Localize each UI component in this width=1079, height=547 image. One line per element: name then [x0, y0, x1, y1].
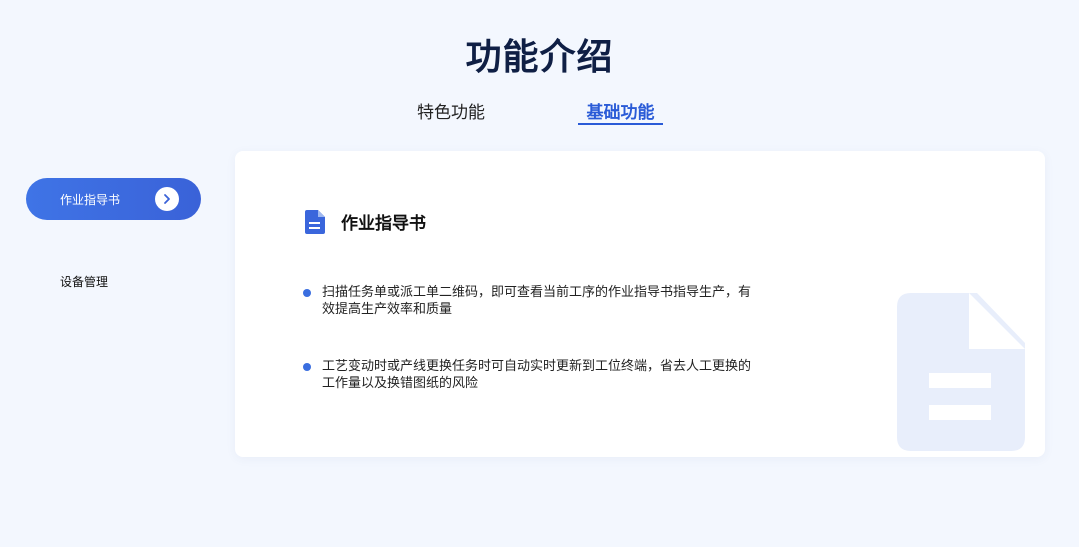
list-item-line: 扫描任务单或派工单二维码，即可查看当前工序的作业指导书指导生产，有	[322, 285, 752, 300]
tab-basic-features[interactable]: 基础功能	[578, 98, 663, 125]
sidebar-item-label: 作业指导书	[60, 192, 121, 207]
feature-list: 扫描任务单或派工单二维码，即可查看当前工序的作业指导书指导生产，有 效提高生产效…	[303, 284, 783, 392]
list-item-line: 工艺变动时或产线更换任务时可自动实时更新到工位终端，省去人工更换的	[322, 359, 752, 374]
card-title: 作业指导书	[341, 214, 426, 234]
list-item: 工艺变动时或产线更换任务时可自动实时更新到工位终端，省去人工更换的 工作量以及换…	[303, 358, 783, 392]
sidebar-item-equipment-management[interactable]: 设备管理	[26, 269, 201, 293]
list-item-line: 效提高生产效率和质量	[322, 302, 453, 317]
feature-card: 作业指导书 扫描任务单或派工单二维码，即可查看当前工序的作业指导书指导生产，有 …	[235, 151, 1045, 457]
document-watermark-icon	[897, 293, 1025, 451]
chevron-right-icon	[155, 187, 179, 211]
sidebar: 作业指导书 设备管理	[26, 178, 201, 293]
list-item: 扫描任务单或派工单二维码，即可查看当前工序的作业指导书指导生产，有 效提高生产效…	[303, 284, 783, 318]
page: 功能介绍 特色功能 基础功能 作业指导书 设备管理 作业指导书 扫描任务单或派工…	[0, 0, 1079, 547]
sidebar-item-work-instructions[interactable]: 作业指导书	[26, 178, 201, 220]
document-icon	[305, 209, 325, 234]
card-header: 作业指导书	[305, 209, 426, 234]
page-title: 功能介绍	[465, 37, 614, 78]
bullet-dot-icon	[303, 289, 311, 297]
tab-bar: 特色功能 基础功能	[0, 98, 1079, 128]
sidebar-item-label: 设备管理	[60, 274, 109, 289]
list-item-line: 工作量以及换错图纸的风险	[322, 376, 479, 391]
bullet-dot-icon	[303, 363, 311, 371]
tab-special-features[interactable]: 特色功能	[417, 98, 485, 123]
